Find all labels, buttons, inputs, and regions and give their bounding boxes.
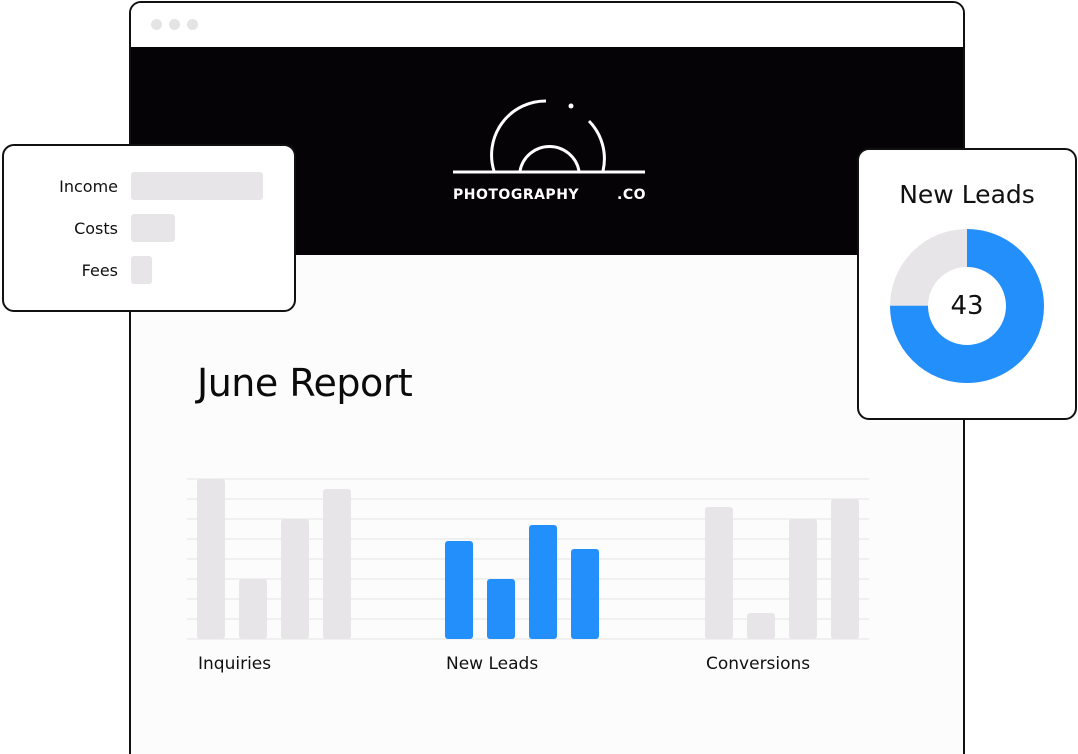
- chart-bar[interactable]: [571, 549, 599, 639]
- chart-bar[interactable]: [789, 519, 817, 639]
- finance-summary-card[interactable]: Income Costs Fees: [2, 144, 296, 312]
- costs-bar: [131, 214, 175, 242]
- stage: PHOTOGRAPHY .CO June Report Inquiries Ne…: [0, 0, 1078, 754]
- browser-window: PHOTOGRAPHY .CO June Report Inquiries Ne…: [129, 1, 965, 754]
- x-axis-label: New Leads: [446, 654, 539, 674]
- chart-bar[interactable]: [705, 507, 733, 639]
- chart-bar[interactable]: [529, 525, 557, 639]
- finance-label: Fees: [81, 261, 118, 280]
- bar-chart: [187, 478, 869, 640]
- x-axis-label: Inquiries: [198, 654, 272, 674]
- finance-label: Income: [59, 177, 118, 196]
- chart-bar[interactable]: [197, 479, 225, 639]
- finance-row-costs: Costs: [4, 214, 294, 242]
- chart-bar[interactable]: [831, 499, 859, 639]
- finance-row-income: Income: [4, 172, 294, 200]
- chart-bar[interactable]: [747, 613, 775, 639]
- new-leads-card[interactable]: New Leads 43: [857, 148, 1077, 420]
- chart-bar[interactable]: [487, 579, 515, 639]
- income-bar: [131, 172, 263, 200]
- chart-bar[interactable]: [281, 519, 309, 639]
- x-axis-label: Conversions: [706, 654, 811, 674]
- leads-card-title: New Leads: [899, 180, 1035, 209]
- chart-bar[interactable]: [445, 541, 473, 639]
- chart-bar[interactable]: [239, 579, 267, 639]
- leads-count: 43: [950, 291, 984, 321]
- finance-row-fees: Fees: [4, 256, 294, 284]
- finance-label: Costs: [74, 219, 118, 238]
- chart-bar[interactable]: [323, 489, 351, 639]
- fees-bar: [131, 256, 152, 284]
